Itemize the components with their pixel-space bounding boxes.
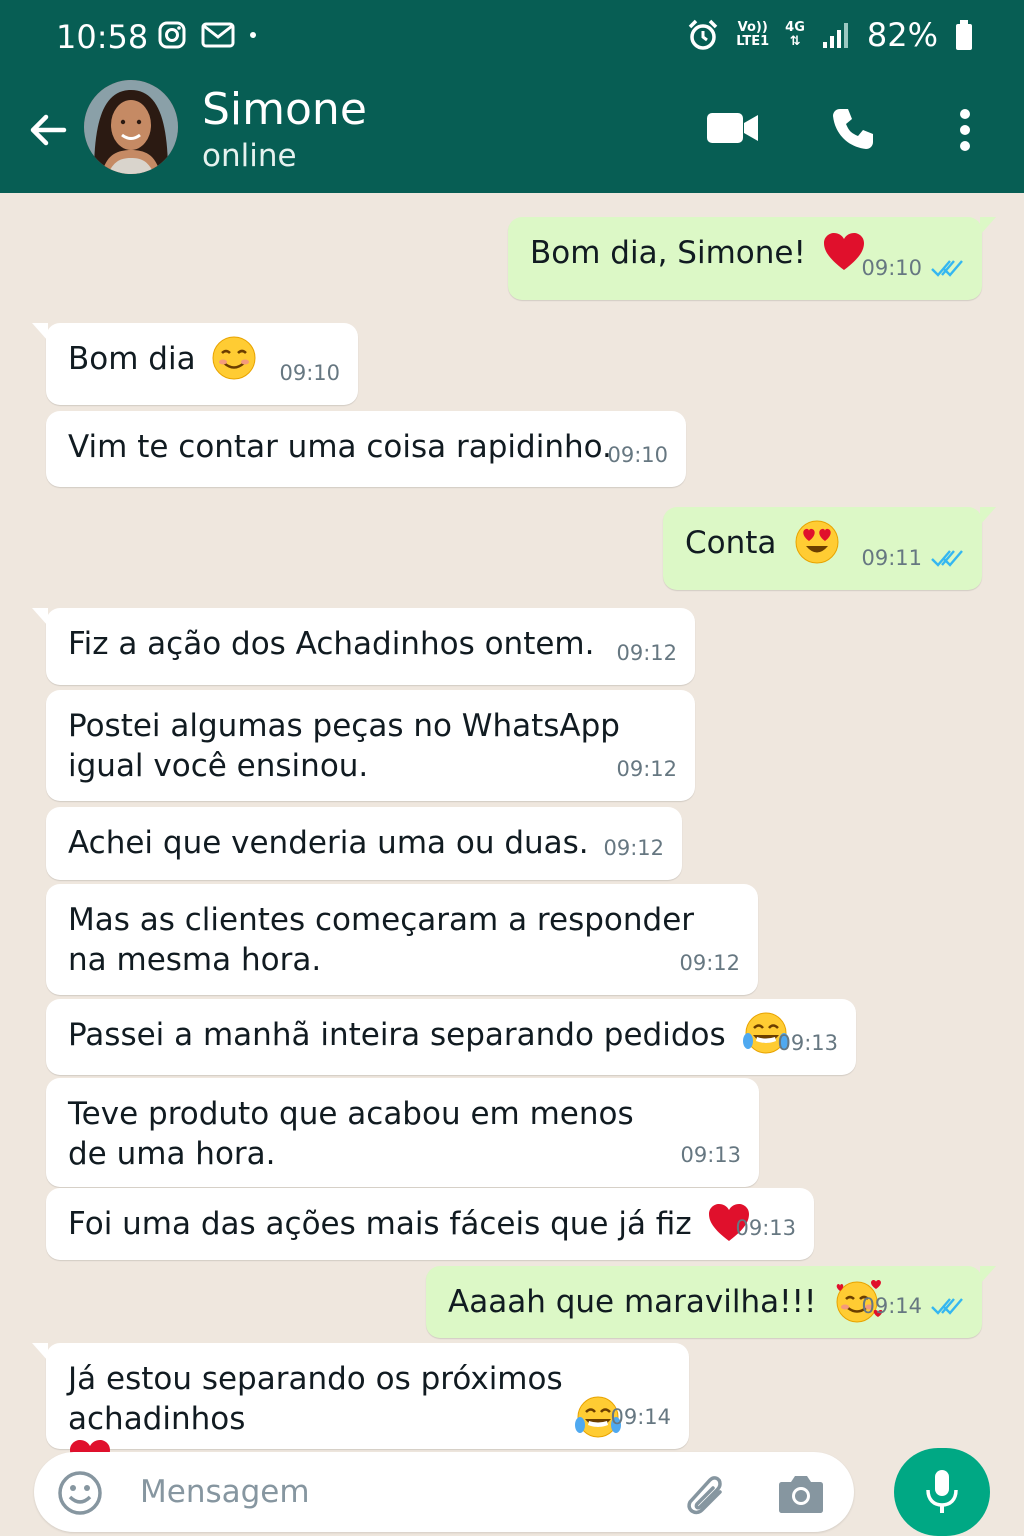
message-time: 09:11 bbox=[861, 546, 922, 570]
message-text: Fiz a ação dos Achadinhos ontem. bbox=[68, 626, 595, 662]
red-heart-icon bbox=[823, 232, 864, 270]
volte-indicator: Vo)) LTE1 bbox=[736, 21, 769, 49]
message-outgoing[interactable]: Aaaah que maravilha!!! 09:14 bbox=[426, 1266, 996, 1338]
message-input[interactable]: Mensagem bbox=[140, 1474, 310, 1510]
message-time: 09:14 bbox=[610, 1405, 671, 1429]
message-incoming[interactable]: Já estou separando os próximos achadinho… bbox=[32, 1343, 689, 1477]
video-call-icon[interactable] bbox=[706, 110, 760, 146]
message-text: Bom dia bbox=[68, 341, 196, 377]
message-incoming[interactable]: Postei algumas peças no WhatsApp igual v… bbox=[46, 690, 695, 801]
more-options-icon[interactable] bbox=[956, 108, 974, 152]
message-incoming[interactable]: Fiz a ação dos Achadinhos ontem. 09:12 bbox=[32, 608, 695, 685]
network-gen-indicator: 4G ⇅ bbox=[785, 21, 805, 49]
attach-paperclip-icon[interactable] bbox=[680, 1470, 730, 1516]
message-text: Vim te contar uma coisa rapidinho. bbox=[68, 429, 612, 465]
heart-eyes-emoji-icon bbox=[795, 520, 839, 563]
message-time: 09:10 bbox=[607, 443, 668, 467]
lte-label: LTE1 bbox=[736, 34, 770, 49]
gen-label: 4G bbox=[785, 20, 805, 35]
battery-percent: 82% bbox=[866, 16, 938, 54]
message-incoming[interactable]: Mas as clientes começaram a responder na… bbox=[46, 884, 758, 995]
gmail-icon bbox=[201, 22, 235, 48]
message-text: Foi uma das ações mais fáceis que já fiz bbox=[68, 1206, 692, 1242]
message-incoming[interactable]: Foi uma das ações mais fáceis que já fiz… bbox=[46, 1188, 814, 1260]
message-time: 09:13 bbox=[735, 1216, 796, 1240]
message-meta: 09:14 bbox=[610, 1397, 671, 1437]
battery-icon bbox=[956, 20, 972, 50]
message-text: Achei que venderia uma ou duas. bbox=[68, 825, 589, 861]
message-incoming[interactable]: Teve produto que acabou em menos de uma … bbox=[46, 1078, 759, 1187]
status-time: 10:58 bbox=[56, 18, 149, 56]
voice-message-button[interactable] bbox=[894, 1448, 990, 1536]
camera-icon[interactable] bbox=[778, 1472, 824, 1514]
message-incoming[interactable]: Bom dia 09:10 bbox=[32, 323, 358, 405]
message-time: 09:13 bbox=[777, 1031, 838, 1055]
back-arrow-icon[interactable] bbox=[24, 106, 72, 154]
message-time: 09:12 bbox=[679, 951, 740, 975]
read-ticks-icon bbox=[931, 1298, 963, 1315]
data-arrows-icon: ⇅ bbox=[789, 34, 801, 49]
message-meta: 09:13 bbox=[777, 1023, 838, 1063]
message-text: Conta bbox=[685, 525, 777, 561]
volte-label: Vo)) bbox=[737, 20, 768, 35]
message-time: 09:14 bbox=[861, 1294, 922, 1318]
message-meta: 09:10 bbox=[279, 353, 340, 393]
message-outgoing[interactable]: Bom dia, Simone! 09:10 bbox=[508, 217, 996, 300]
message-text: Passei a manhã inteira separando pedidos bbox=[68, 1017, 726, 1053]
message-text: Já estou separando os próximos achadinho… bbox=[68, 1361, 563, 1437]
microphone-icon bbox=[926, 1470, 958, 1513]
message-outgoing[interactable]: Conta 09:11 bbox=[663, 507, 996, 590]
message-time: 09:12 bbox=[616, 641, 677, 665]
read-ticks-icon bbox=[931, 550, 963, 567]
read-ticks-icon bbox=[931, 260, 963, 277]
message-meta: 09:12 bbox=[679, 943, 740, 983]
signal-icon bbox=[822, 23, 848, 48]
message-text: Mas as clientes começaram a responder na… bbox=[68, 902, 695, 978]
message-incoming[interactable]: Achei que venderia uma ou duas. 09:12 bbox=[46, 807, 682, 880]
message-meta: 09:14 bbox=[861, 1286, 964, 1326]
message-meta: 09:12 bbox=[603, 828, 664, 868]
message-time: 09:13 bbox=[680, 1143, 741, 1167]
app-bar: Simone online bbox=[0, 72, 1024, 193]
message-list[interactable]: Bom dia, Simone! 09:10 Bom dia 09:10 Vim… bbox=[0, 193, 1024, 1536]
voice-call-icon[interactable] bbox=[830, 106, 876, 152]
message-meta: 09:10 bbox=[861, 248, 964, 288]
alarm-icon bbox=[688, 19, 718, 50]
contact-status: online bbox=[202, 138, 297, 174]
message-meta: 09:12 bbox=[616, 633, 677, 673]
message-composer[interactable]: Mensagem bbox=[34, 1452, 854, 1532]
message-text: Bom dia, Simone! bbox=[530, 235, 806, 271]
message-time: 09:10 bbox=[861, 256, 922, 280]
notification-icons bbox=[157, 20, 257, 50]
message-time: 09:12 bbox=[616, 757, 677, 781]
message-time: 09:10 bbox=[279, 361, 340, 385]
message-meta: 09:12 bbox=[616, 749, 677, 789]
message-meta: 09:13 bbox=[735, 1208, 796, 1248]
contact-name[interactable]: Simone bbox=[202, 84, 367, 135]
avatar[interactable] bbox=[84, 80, 178, 174]
message-text: Aaaah que maravilha!!! bbox=[448, 1284, 817, 1320]
smiling-face-icon bbox=[212, 336, 256, 379]
message-meta: 09:13 bbox=[680, 1135, 741, 1175]
avatar-portrait-icon bbox=[84, 80, 178, 174]
message-meta: 09:10 bbox=[607, 435, 668, 475]
instagram-icon bbox=[158, 21, 186, 49]
status-bar: 10:58 Vo)) LTE1 4G ⇅ 82% bbox=[0, 0, 1024, 72]
message-time: 09:12 bbox=[603, 836, 664, 860]
emoji-picker-icon[interactable] bbox=[56, 1469, 104, 1517]
chat-header: 10:58 Vo)) LTE1 4G ⇅ 82% Simone online bbox=[0, 0, 1024, 193]
status-right: Vo)) LTE1 4G ⇅ 82% bbox=[686, 16, 974, 54]
message-meta: 09:11 bbox=[861, 538, 964, 578]
message-incoming[interactable]: Passei a manhã inteira separando pedidos… bbox=[46, 999, 856, 1075]
message-text: Postei algumas peças no WhatsApp igual v… bbox=[68, 708, 620, 784]
more-notifications-dot-icon bbox=[250, 32, 256, 38]
message-text: Teve produto que acabou em menos de uma … bbox=[68, 1096, 634, 1172]
message-incoming[interactable]: Vim te contar uma coisa rapidinho. 09:10 bbox=[46, 411, 686, 487]
